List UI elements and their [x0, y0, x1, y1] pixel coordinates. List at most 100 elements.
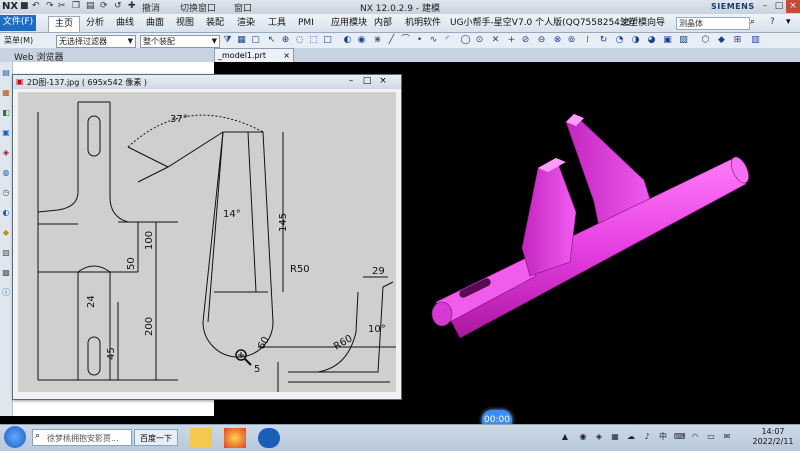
- roles-icon[interactable]: ◐: [1, 208, 11, 218]
- assembly-navigator-icon[interactable]: ▦: [1, 88, 11, 98]
- select-all-icon[interactable]: ▦: [236, 35, 247, 46]
- switch-window-button[interactable]: 切换窗口: [180, 1, 216, 14]
- menu-button[interactable]: 菜单(M): [2, 35, 46, 46]
- hd3d-icon[interactable]: ◈: [1, 148, 11, 158]
- quick-access-undo[interactable]: 撤消: [142, 1, 160, 14]
- tangent-icon[interactable]: ⊘: [520, 35, 531, 46]
- manufacturing-wizard-icon[interactable]: ▩: [1, 268, 11, 278]
- repeat-icon[interactable]: ⟳: [100, 1, 108, 11]
- info-icon[interactable]: ⓘ: [1, 288, 11, 298]
- shade-icon[interactable]: ◕: [646, 35, 657, 46]
- file-menu[interactable]: 文件(F): [0, 15, 36, 31]
- point-icon[interactable]: •: [414, 35, 425, 46]
- notification-icon[interactable]: ✉: [722, 432, 732, 442]
- paste-icon[interactable]: ▤: [86, 1, 95, 11]
- arc-icon[interactable]: ◜: [442, 35, 453, 46]
- tab-assembly[interactable]: 装配: [200, 16, 230, 31]
- work-layer-icon[interactable]: ▥: [750, 35, 761, 46]
- start-button[interactable]: [4, 426, 26, 448]
- shield-icon[interactable]: ◈: [594, 432, 604, 442]
- undo-list-icon[interactable]: ↺: [114, 1, 122, 11]
- measure-icon[interactable]: ◔: [614, 35, 625, 46]
- model-file-tab[interactable]: _model1.prt ×: [214, 48, 294, 62]
- battery-icon[interactable]: ▭: [706, 432, 716, 442]
- cloud-icon[interactable]: ☁: [626, 432, 636, 442]
- tab-tools[interactable]: 工具: [262, 16, 292, 31]
- part-navigator-icon[interactable]: ▤: [1, 68, 11, 78]
- tab-internal[interactable]: 内部: [368, 16, 398, 31]
- layer-icon[interactable]: ▣: [662, 35, 673, 46]
- lasso-icon[interactable]: ◌: [294, 35, 305, 46]
- rectangle-icon[interactable]: □: [322, 35, 333, 46]
- viewer-minimize-icon[interactable]: –: [345, 76, 357, 87]
- quadrant-icon[interactable]: ⊗: [552, 35, 563, 46]
- tray-app-icon[interactable]: ◉: [578, 432, 588, 442]
- tab-home[interactable]: 主页: [48, 16, 81, 32]
- nx-app-icon[interactable]: [258, 428, 280, 448]
- midpoint-icon[interactable]: ⊖: [536, 35, 547, 46]
- tab-curve[interactable]: 曲线: [110, 16, 140, 31]
- baidu-search-button[interactable]: 百度一下: [134, 429, 178, 446]
- cube-icon[interactable]: ⬡: [700, 35, 711, 46]
- render-mode-icon[interactable]: ◆: [716, 35, 727, 46]
- center-icon[interactable]: ⊙: [474, 35, 485, 46]
- tab-render[interactable]: 渲染: [231, 16, 261, 31]
- file-explorer-icon[interactable]: [190, 428, 212, 448]
- close-tab-icon[interactable]: ×: [283, 49, 290, 62]
- orient-icon[interactable]: ↻: [598, 35, 609, 46]
- maximize-icon[interactable]: □: [772, 0, 786, 13]
- network-icon[interactable]: ▦: [610, 432, 620, 442]
- circle-icon[interactable]: ◯: [460, 35, 471, 46]
- type-filter-select[interactable]: 无选择过滤器 ▼: [56, 35, 136, 48]
- tab-surface[interactable]: 曲面: [140, 16, 170, 31]
- window-menu[interactable]: 窗口: [234, 1, 252, 14]
- command-search-input[interactable]: 测晶体: [676, 17, 750, 30]
- tab-view[interactable]: 视图: [170, 16, 200, 31]
- eye-icon[interactable]: ◉: [356, 35, 367, 46]
- snap-icon[interactable]: ⋇: [372, 35, 383, 46]
- taskbar-search-input[interactable]: 徐梦桃拥抱安影贾...: [32, 429, 132, 446]
- redo-icon[interactable]: ↷: [46, 1, 54, 11]
- viewer-maximize-icon[interactable]: □: [361, 76, 373, 87]
- deselect-icon[interactable]: ▢: [250, 35, 261, 46]
- volume-icon[interactable]: ♪: [642, 432, 652, 442]
- grid-icon[interactable]: ⁞: [582, 35, 593, 46]
- tab-applications[interactable]: 应用模块: [325, 16, 373, 31]
- new-icon[interactable]: ✚: [128, 1, 136, 11]
- help-icon[interactable]: ?: [770, 17, 775, 27]
- copy-icon[interactable]: ❐: [72, 1, 80, 11]
- wifi-icon[interactable]: ◠: [690, 432, 700, 442]
- add-select-icon[interactable]: ⊕: [280, 35, 291, 46]
- constraint-navigator-icon[interactable]: ◧: [1, 108, 11, 118]
- tab-ug-helper[interactable]: UG小帮手-星空V7.0 个人版(QQ755825435): [444, 16, 641, 31]
- tab-jiming-software[interactable]: 机明软件: [399, 16, 447, 31]
- cursor-icon[interactable]: ↖: [266, 35, 277, 46]
- tab-pmi[interactable]: PMI: [292, 16, 320, 31]
- app-icon[interactable]: [224, 428, 246, 448]
- section-icon[interactable]: ◑: [630, 35, 641, 46]
- display-icon[interactable]: ▨: [678, 35, 689, 46]
- tab-mold-wizard[interactable]: 注塑模向导: [614, 16, 671, 31]
- box-select-icon[interactable]: ⬚: [308, 35, 319, 46]
- intersection-icon[interactable]: ✕: [490, 35, 501, 46]
- scope-select[interactable]: 整个装配 ▼: [140, 35, 220, 48]
- view-icon[interactable]: ◐: [342, 35, 353, 46]
- search-icon[interactable]: ⌕: [750, 17, 755, 27]
- line-icon[interactable]: ╱: [386, 35, 397, 46]
- minimize-icon[interactable]: –: [758, 0, 772, 13]
- viewer-close-icon[interactable]: ×: [377, 76, 389, 87]
- filter-icon[interactable]: ⧩: [222, 35, 233, 46]
- web-browser-icon[interactable]: ◍: [1, 168, 11, 178]
- undo-icon[interactable]: ↶: [32, 1, 40, 11]
- save-icon[interactable]: ■: [20, 1, 29, 11]
- system-materials-icon[interactable]: ◆: [1, 228, 11, 238]
- close-icon[interactable]: ×: [786, 0, 800, 13]
- keyboard-icon[interactable]: ⌨: [674, 432, 686, 442]
- cut-icon[interactable]: ✂: [58, 1, 66, 11]
- history-icon[interactable]: ◷: [1, 188, 11, 198]
- tab-analysis[interactable]: 分析: [80, 16, 110, 31]
- curve-icon[interactable]: ⌒: [400, 35, 411, 46]
- endpoint-icon[interactable]: ⊚: [566, 35, 577, 46]
- tray-up-icon[interactable]: ▲: [560, 432, 570, 442]
- reuse-library-icon[interactable]: ▣: [1, 128, 11, 138]
